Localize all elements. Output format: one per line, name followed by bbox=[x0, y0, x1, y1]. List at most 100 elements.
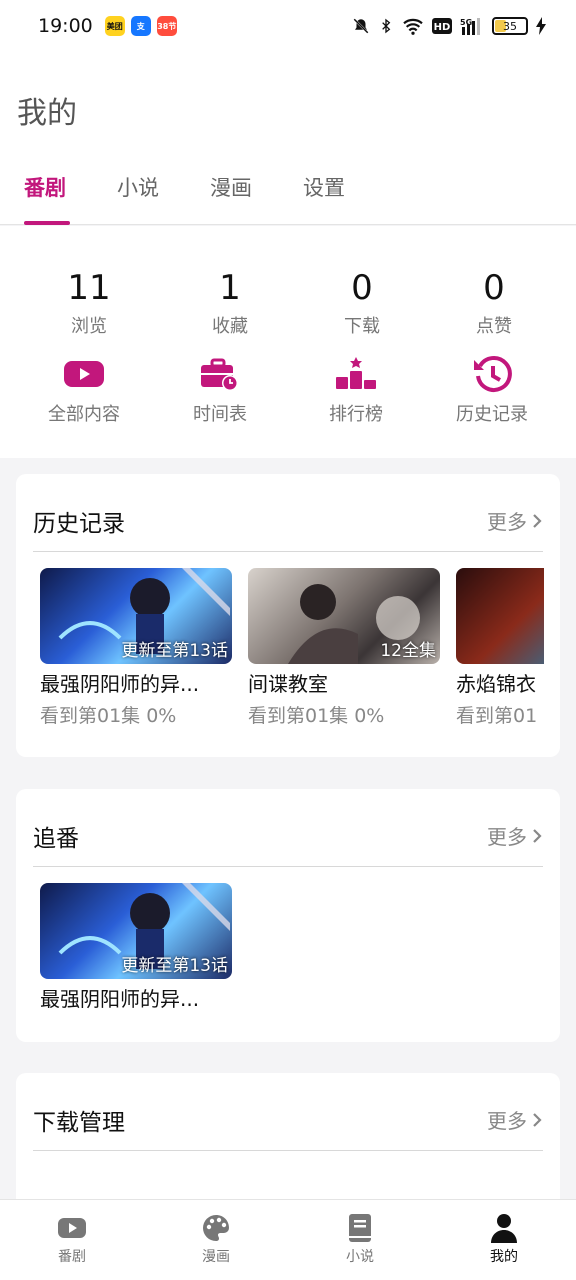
meituan-app-icon: 美团 bbox=[104, 16, 125, 36]
following-card-title: 追番 bbox=[33, 826, 79, 852]
quick-ranking[interactable]: 排行榜 bbox=[291, 352, 421, 426]
charging-icon bbox=[536, 17, 546, 35]
history-item-thumbnail: 12全集 bbox=[248, 568, 440, 664]
tab-anime[interactable]: 番剧 bbox=[24, 172, 66, 202]
svg-text:5G: 5G bbox=[460, 18, 472, 27]
stat-favorites-label: 收藏 bbox=[212, 316, 248, 337]
history-item-progress: 看到第01集 0% bbox=[248, 705, 385, 727]
person-icon bbox=[491, 1214, 517, 1243]
downloads-more-button[interactable]: 更多 bbox=[487, 1105, 543, 1134]
bottom-navigation: 番剧 漫画 小说 我的 bbox=[0, 1199, 576, 1280]
stat-likes-label: 点赞 bbox=[476, 316, 512, 337]
status-indicators: HD 5G 35 bbox=[352, 17, 546, 35]
signal-5g-icon: 5G bbox=[460, 18, 480, 35]
nav-anime[interactable]: 番剧 bbox=[27, 1212, 117, 1266]
stat-favorites-value: 1 bbox=[219, 268, 241, 308]
history-item-title: 间谍教室 bbox=[248, 672, 328, 696]
nav-novel-label: 小说 bbox=[346, 1249, 374, 1265]
following-list: 更新至第13话 最强阴阳师的异... bbox=[40, 883, 544, 1043]
history-item[interactable]: 更新至第13话 最强阴阳师的异... 看到第01集 0% bbox=[40, 568, 232, 728]
following-item-badge: 更新至第13话 bbox=[121, 956, 228, 976]
history-item-progress: 看到第01集 0% bbox=[40, 705, 177, 727]
quick-all-content[interactable]: 全部内容 bbox=[19, 352, 149, 426]
page-header: 我的 bbox=[0, 52, 576, 162]
play-icon bbox=[64, 361, 104, 387]
history-item-thumbnail bbox=[456, 568, 544, 664]
downloads-card-header: 下载管理 更多 bbox=[33, 1103, 543, 1151]
hd-icon: HD bbox=[432, 18, 452, 34]
stat-favorites[interactable]: 1 收藏 bbox=[170, 266, 290, 338]
stat-downloads-label: 下载 bbox=[344, 316, 380, 337]
book-icon bbox=[349, 1214, 371, 1242]
svg-text:HD: HD bbox=[434, 22, 451, 33]
nav-mine-label: 我的 bbox=[490, 1249, 518, 1265]
chevron-right-icon bbox=[533, 1112, 542, 1127]
stat-browse[interactable]: 11 浏览 bbox=[29, 266, 149, 338]
following-item-title: 最强阴阳师的异... bbox=[40, 987, 200, 1011]
nav-mine[interactable]: 我的 bbox=[459, 1212, 549, 1266]
podium-icon bbox=[336, 357, 376, 389]
history-more-label: 更多 bbox=[487, 510, 527, 534]
active-tab-indicator bbox=[24, 221, 70, 225]
quick-history-label: 历史记录 bbox=[456, 404, 528, 425]
history-icon bbox=[474, 355, 512, 392]
bluetooth-icon bbox=[382, 18, 391, 34]
history-item[interactable]: 赤焰锦衣 看到第01 bbox=[456, 568, 544, 728]
status-time: 19:00 bbox=[38, 15, 93, 37]
quick-schedule[interactable]: 时间表 bbox=[155, 352, 285, 426]
following-item-thumbnail: 更新至第13话 bbox=[40, 883, 232, 979]
nav-comic[interactable]: 漫画 bbox=[171, 1212, 261, 1266]
stat-likes[interactable]: 0 点赞 bbox=[434, 266, 554, 338]
quick-all-content-label: 全部内容 bbox=[48, 404, 120, 425]
following-more-label: 更多 bbox=[487, 825, 527, 849]
chevron-right-icon bbox=[533, 828, 542, 843]
downloads-card: 下载管理 更多 bbox=[16, 1073, 560, 1213]
battery-indicator: 35 bbox=[492, 17, 528, 35]
history-item-thumbnail: 更新至第13话 bbox=[40, 568, 232, 664]
quick-history[interactable]: 历史记录 bbox=[427, 352, 557, 426]
history-card-header: 历史记录 更多 bbox=[33, 504, 543, 552]
stat-likes-value: 0 bbox=[483, 268, 505, 308]
stat-browse-label: 浏览 bbox=[71, 316, 107, 337]
nav-comic-label: 漫画 bbox=[202, 1249, 230, 1265]
stat-downloads[interactable]: 0 下载 bbox=[302, 266, 422, 338]
page-title: 我的 bbox=[17, 96, 77, 131]
history-item-progress: 看到第01 bbox=[456, 705, 538, 727]
quick-schedule-label: 时间表 bbox=[193, 404, 247, 425]
wifi-icon bbox=[403, 18, 423, 35]
downloads-more-label: 更多 bbox=[487, 1109, 527, 1133]
quick-ranking-label: 排行榜 bbox=[329, 404, 383, 425]
history-item-badge: 12全集 bbox=[380, 641, 436, 661]
nav-novel[interactable]: 小说 bbox=[315, 1212, 405, 1266]
following-more-button[interactable]: 更多 bbox=[487, 821, 543, 850]
following-item[interactable]: 更新至第13话 最强阴阳师的异... bbox=[40, 883, 232, 1043]
category-tabs: 番剧 小说 漫画 设置 bbox=[0, 162, 576, 225]
history-item[interactable]: 12全集 间谍教室 看到第01集 0% bbox=[248, 568, 440, 728]
history-card-title: 历史记录 bbox=[33, 511, 125, 537]
history-item-title: 最强阴阳师的异... bbox=[40, 672, 200, 696]
chevron-right-icon bbox=[533, 513, 542, 528]
history-more-button[interactable]: 更多 bbox=[487, 506, 543, 535]
status-bar: 19:00 美团 支 38节 HD 5G 35 bbox=[0, 0, 576, 52]
stat-downloads-value: 0 bbox=[351, 268, 373, 308]
downloads-card-title: 下载管理 bbox=[33, 1110, 125, 1136]
following-card-header: 追番 更多 bbox=[33, 819, 543, 867]
play-icon bbox=[58, 1218, 86, 1238]
taobao-app-icon: 38节 bbox=[156, 16, 177, 36]
history-card: 历史记录 更多 更新至第13话 最强阴阳师的异... 看到第01集 0% 12全… bbox=[16, 474, 560, 757]
alipay-app-icon: 支 bbox=[130, 16, 151, 36]
tab-comic[interactable]: 漫画 bbox=[210, 172, 252, 202]
mute-bell-icon bbox=[353, 18, 369, 34]
nav-anime-label: 番剧 bbox=[58, 1249, 86, 1265]
stat-browse-value: 11 bbox=[67, 268, 111, 308]
status-app-icons: 美团 支 38节 bbox=[104, 16, 177, 36]
tab-novel[interactable]: 小说 bbox=[117, 172, 159, 202]
history-item-badge: 更新至第13话 bbox=[121, 641, 228, 661]
history-item-title: 赤焰锦衣 bbox=[456, 672, 536, 696]
briefcase-clock-icon bbox=[201, 358, 238, 391]
tab-settings[interactable]: 设置 bbox=[303, 172, 345, 202]
stats-panel: 11 浏览 1 收藏 0 下载 0 点赞 全部内容 时间表 排行榜 历史记录 bbox=[0, 226, 576, 458]
palette-icon bbox=[203, 1215, 229, 1241]
history-list: 更新至第13话 最强阴阳师的异... 看到第01集 0% 12全集 间谍教室 看… bbox=[40, 568, 544, 728]
following-card: 追番 更多 更新至第13话 最强阴阳师的异... bbox=[16, 789, 560, 1042]
